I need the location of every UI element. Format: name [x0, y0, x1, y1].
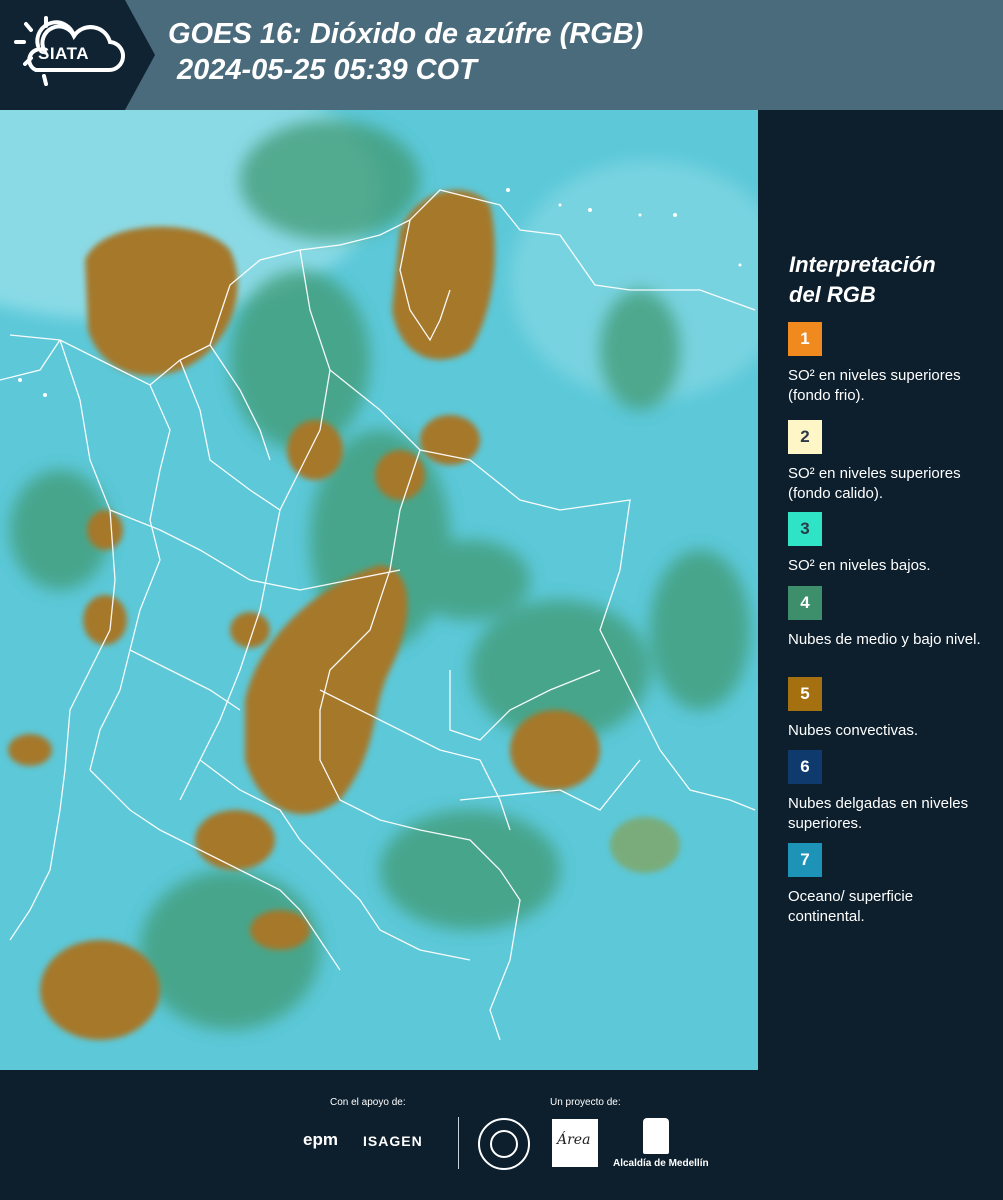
legend-label-7: Oceano/ superficie continental. [788, 888, 914, 925]
page-title: GOES 16: Dióxido de azúfre (RGB) 2024-05… [168, 16, 643, 88]
satellite-image [0, 110, 758, 1070]
legend-title-line-2: del RGB [789, 282, 876, 307]
legend-title-line-1: Interpretación [789, 252, 936, 277]
legend-number-5: 5 [800, 684, 810, 703]
legend-swatch-4: 4 [788, 586, 822, 620]
legend-number-6: 6 [800, 757, 810, 776]
legend-label-6: Nubes delgadas en niveles superiores. [788, 795, 969, 832]
legend-label-1: SO² en niveles superiores (fondo frio). [788, 367, 961, 404]
legend-number-3: 3 [800, 519, 810, 538]
legend-label-5: Nubes convectivas. [788, 722, 919, 739]
area-logo-text: Área [557, 1132, 591, 1148]
legend-label-4: Nubes de medio y bajo nivel. [788, 631, 981, 648]
siata-logo-text: SIATA [38, 44, 89, 63]
legend-swatch-6: 6 [788, 750, 822, 784]
satellite-map [0, 110, 758, 1070]
alcaldia-emblem-icon [643, 1118, 669, 1154]
legend-number-1: 1 [800, 329, 810, 348]
footer-divider [458, 1117, 459, 1169]
isagen-logo: ISAGEN [363, 1133, 423, 1149]
legend-title: Interpretación del RGB [789, 250, 989, 310]
legend-swatch-3: 3 [788, 512, 822, 546]
medellin-seal-icon [478, 1118, 530, 1170]
legend-item-3: 3 SO² en niveles bajos. [788, 512, 993, 576]
legend-item-7: 7 Oceano/ superficie continental. [788, 843, 993, 927]
legend-item-5: 5 Nubes convectivas. [788, 677, 993, 741]
legend-item-6: 6 Nubes delgadas en niveles superiores. [788, 750, 993, 834]
legend-label-3: SO² en niveles bajos. [788, 557, 931, 574]
legend-label-2: SO² en niveles superiores (fondo calido)… [788, 465, 961, 502]
project-label: Un proyecto de: [550, 1097, 621, 1108]
legend-number-4: 4 [800, 593, 810, 612]
legend-number-7: 7 [800, 850, 810, 869]
title-line-1: GOES 16: Dióxido de azúfre (RGB) [168, 18, 644, 50]
legend-swatch-2: 2 [788, 420, 822, 454]
legend-swatch-7: 7 [788, 843, 822, 877]
epm-logo: epm [303, 1130, 338, 1149]
legend-swatch-1: 1 [788, 322, 822, 356]
support-label: Con el apoyo de: [330, 1097, 406, 1108]
legend-item-4: 4 Nubes de medio y bajo nivel. [788, 586, 993, 650]
title-line-2: 2024-05-25 05:39 COT [177, 54, 477, 86]
legend-item-2: 2 SO² en niveles superiores (fondo calid… [788, 420, 993, 504]
legend-item-1: 1 SO² en niveles superiores (fondo frio)… [788, 322, 993, 406]
legend-number-2: 2 [800, 427, 810, 446]
legend-swatch-5: 5 [788, 677, 822, 711]
alcaldia-label: Alcaldía de Medellín [613, 1158, 709, 1169]
